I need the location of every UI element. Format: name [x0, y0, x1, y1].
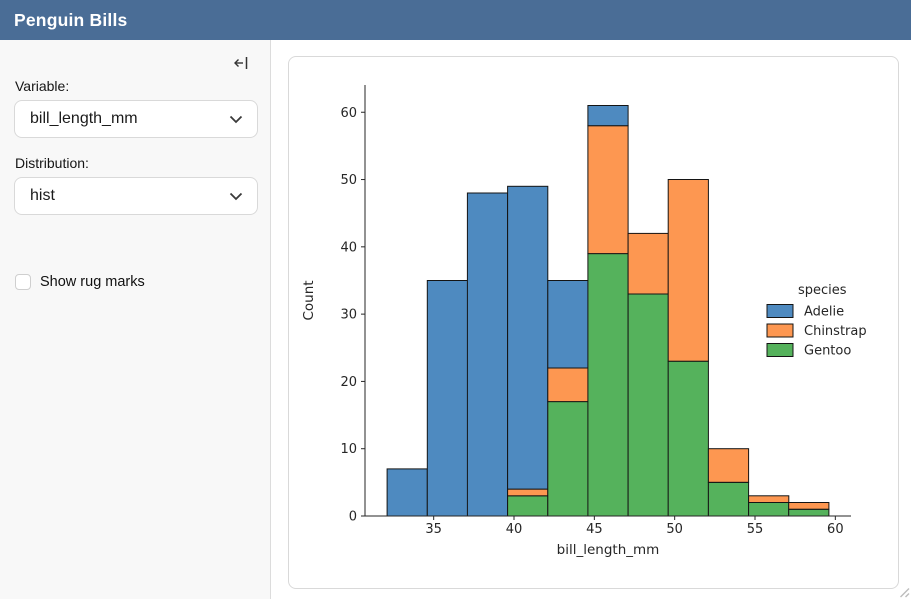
histogram-bar: [508, 496, 548, 516]
histogram-plot: 35 40 45 50 55 60 0 10 20 30 40 50 60 bill_length_mm C…: [289, 57, 898, 588]
rug-checkbox-row[interactable]: Show rug marks: [15, 274, 145, 290]
distribution-select[interactable]: hist: [14, 177, 258, 215]
histogram-bar: [588, 106, 628, 126]
y-tick-label: 0: [349, 510, 357, 525]
rug-checkbox-label: Show rug marks: [40, 274, 145, 290]
chevron-down-icon: [229, 192, 243, 201]
legend-swatch: [767, 324, 793, 337]
histogram-bar: [588, 254, 628, 516]
histogram-bar: [548, 402, 588, 516]
histogram-bar: [548, 368, 588, 402]
y-tick-label: 40: [340, 240, 357, 255]
app-title: Penguin Bills: [14, 10, 127, 31]
x-axis-label: bill_length_mm: [557, 542, 660, 558]
histogram-bar: [508, 489, 548, 496]
histogram-bar: [628, 294, 668, 516]
y-tick-label: 60: [340, 106, 357, 121]
y-tick-label: 50: [340, 173, 357, 188]
legend-swatch: [767, 344, 793, 357]
chevron-down-icon: [229, 115, 243, 124]
legend-label: Adelie: [804, 305, 844, 320]
histogram-bar: [749, 503, 789, 517]
rug-checkbox[interactable]: [15, 274, 31, 290]
histogram-bar: [708, 449, 748, 483]
variable-select[interactable]: bill_length_mm: [14, 100, 258, 138]
y-tick-label: 20: [340, 375, 357, 390]
y-tick-label: 30: [340, 308, 357, 323]
histogram-bar: [387, 469, 427, 516]
histogram-bars: [387, 106, 829, 517]
histogram-bar: [588, 126, 628, 254]
histogram-bar: [789, 503, 829, 510]
variable-label: Variable:: [15, 78, 69, 94]
legend-label: Gentoo: [804, 344, 851, 359]
x-tick-label: 45: [586, 522, 603, 537]
histogram-bar: [628, 233, 668, 294]
histogram-bar: [548, 281, 588, 369]
variable-select-value: bill_length_mm: [30, 110, 138, 128]
legend: species Adelie Chinstrap Gentoo: [767, 283, 867, 359]
collapse-left-icon: [232, 55, 250, 71]
x-tick-label: 55: [747, 522, 764, 537]
legend-swatch: [767, 305, 793, 318]
distribution-label: Distribution:: [15, 155, 89, 171]
x-tick-label: 50: [666, 522, 683, 537]
app-header: Penguin Bills: [0, 0, 911, 40]
sidebar: Variable: bill_length_mm Distribution: h…: [0, 40, 271, 599]
main-panel: 35 40 45 50 55 60 0 10 20 30 40 50 60 bill_length_mm C…: [271, 40, 911, 599]
sidebar-collapse-button[interactable]: [230, 52, 252, 74]
histogram-bar: [508, 186, 548, 489]
distribution-select-value: hist: [30, 187, 55, 205]
histogram-bar: [467, 193, 507, 516]
app-root: Penguin Bills Variable: bill_length_mm D…: [0, 0, 911, 599]
x-tick-label: 60: [827, 522, 844, 537]
x-tick-label: 35: [425, 522, 442, 537]
plot-card: 35 40 45 50 55 60 0 10 20 30 40 50 60 bill_length_mm C…: [288, 56, 899, 589]
histogram-bar: [708, 482, 748, 516]
histogram-bar: [668, 361, 708, 516]
histogram-bar: [427, 281, 467, 517]
histogram-bar: [668, 180, 708, 362]
histogram-bar: [789, 509, 829, 516]
y-tick-label: 10: [340, 442, 357, 457]
legend-label: Chinstrap: [804, 324, 867, 339]
histogram-bar: [749, 496, 789, 503]
y-axis-label: Count: [301, 280, 317, 320]
resize-grip-icon[interactable]: [897, 585, 910, 598]
legend-title: species: [798, 283, 847, 298]
x-tick-label: 40: [506, 522, 523, 537]
